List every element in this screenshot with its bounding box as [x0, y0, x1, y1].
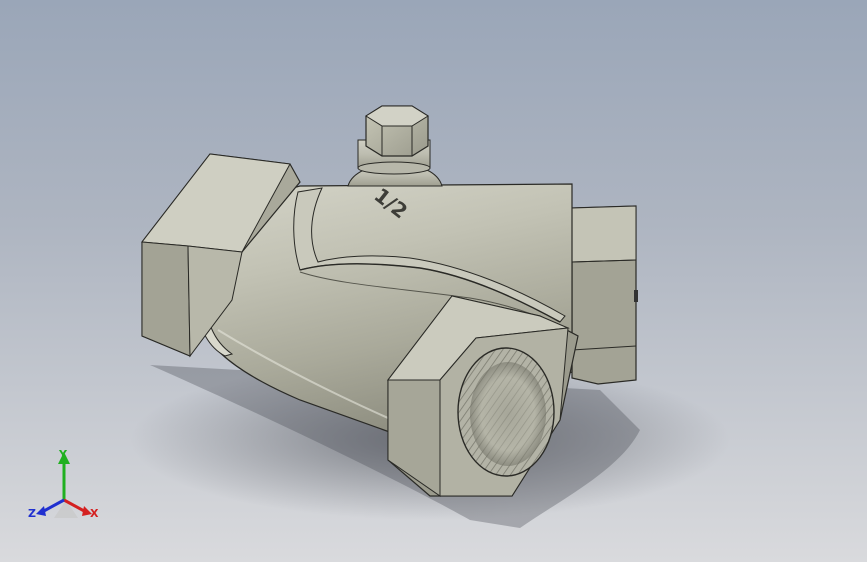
cad-viewport[interactable]: 1/2 Y X Z [0, 0, 867, 562]
x-axis-label: X [90, 507, 99, 520]
z-axis-label: Z [28, 507, 36, 520]
drain-plug [347, 105, 443, 187]
y-axis-label: Y [58, 448, 68, 461]
right-end-hex [571, 205, 638, 385]
axis-triad: Y X Z [28, 448, 99, 520]
strainer-model[interactable]: 1/2 [0, 0, 867, 562]
